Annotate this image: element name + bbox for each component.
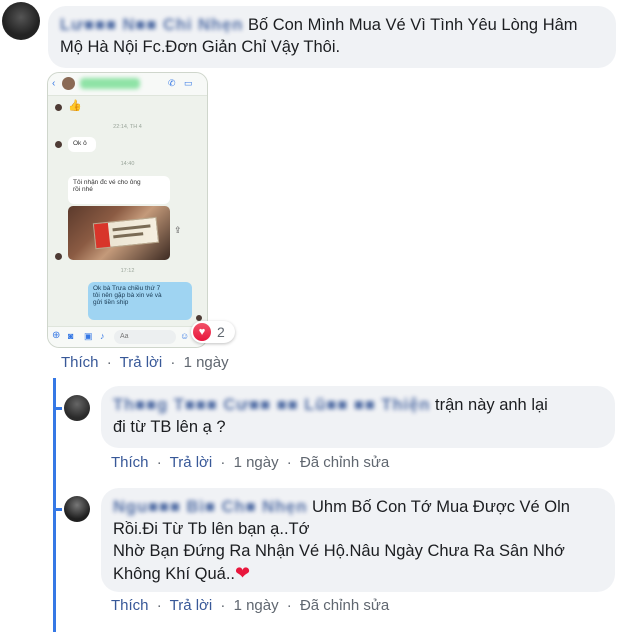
reply-text-line1: trận này anh lại [435, 396, 548, 414]
timestamp-link[interactable]: 1 ngày [234, 597, 279, 614]
reply-author[interactable]: Th■■g T■■■ Cư■■ ■■ Lũ■■ ■■ Thiện [113, 396, 430, 414]
timestamp-link[interactable]: 1 ngày [184, 354, 229, 371]
separator: · [286, 454, 292, 471]
message: Ok ô [68, 137, 96, 152]
comment-author[interactable]: Lư■■■ N■■ Chi Nhẹn [60, 16, 243, 34]
like-link[interactable]: Thích [61, 354, 99, 371]
message-line: Ok bà Trưa chiều thứ 7 [93, 285, 161, 292]
separator: · [220, 454, 226, 471]
message: Tôi nhận đc vé cho ông rồi nhé [68, 176, 170, 204]
reaction-count: 2 [217, 324, 225, 340]
message-line: gửi tiền ship [93, 299, 129, 306]
reply-text-line2: đi từ TB lên ạ ? [113, 418, 226, 436]
thread-branch [53, 407, 62, 410]
like-link[interactable]: Thích [111, 597, 149, 614]
ticket-stripe [112, 224, 151, 232]
camera-icon: ◙ [68, 331, 74, 341]
thread-branch [53, 508, 62, 511]
comment-text: Lư■■■ N■■ Chi Nhẹn Bố Con Mình Mua Vé Vì… [60, 14, 604, 58]
message-outgoing: Ok bà Trưa chiều thứ 7 tôi nên gặp bà xi… [88, 282, 192, 320]
comment-bubble: Lư■■■ N■■ Chi Nhẹn Bố Con Mình Mua Vé Vì… [48, 6, 616, 68]
heart-emoji-icon: ❤ [235, 563, 251, 583]
image-icon: ▣ [84, 331, 93, 341]
reply-actions: Thích · Trả lời · 1 ngày · Đã chỉnh sửa [111, 454, 393, 471]
ticket-stripe [113, 232, 144, 239]
edited-label[interactable]: Đã chỉnh sửa [300, 454, 389, 471]
contact-avatar [62, 77, 75, 90]
message-line: rồi nhé [73, 186, 93, 193]
timestamp: 22:14, TH 4 [113, 124, 142, 130]
reply-link[interactable]: Trả lời [120, 354, 163, 371]
reply-bubble: Th■■g T■■■ Cư■■ ■■ Lũ■■ ■■ Thiện trận nà… [101, 386, 615, 448]
reply-text-line1: Uhm Bố Con Tớ Mua Được Vé Oln [312, 498, 570, 516]
composer-bar: ⊕ ◙ ▣ ♪ Aa ☺ [48, 326, 207, 347]
comment-actions: Thích · Trả lời · 1 ngày [61, 354, 233, 371]
separator: · [170, 354, 176, 371]
call-icon: ✆ [168, 78, 176, 88]
share-icon: ⇪ [174, 225, 182, 235]
video-icon: ▭ [184, 78, 193, 88]
composer-placeholder: Aa [120, 333, 129, 340]
reply-bubble: Ngu■■■ Bì■ Ch■ Nhẹn Uhm Bố Con Tớ Mua Đư… [101, 488, 615, 592]
thumbs-up-icon: 👍 [68, 100, 82, 112]
avatar[interactable] [64, 496, 90, 522]
reply-actions: Thích · Trả lời · 1 ngày · Đã chỉnh sửa [111, 597, 393, 614]
ticket-band [93, 222, 111, 249]
timestamp: 17:12 [120, 268, 135, 274]
avatar[interactable] [2, 2, 40, 40]
chat-header: ‹ ✆ ▭ [48, 73, 207, 96]
reply-link[interactable]: Trả lời [170, 454, 213, 471]
timestamp: 14:40 [120, 161, 135, 167]
reaction-badge[interactable]: ♥ 2 [191, 321, 235, 343]
composer-input: Aa [114, 330, 176, 344]
separator: · [220, 597, 226, 614]
avatar[interactable] [64, 395, 90, 421]
reply-text-line2: Rồi.Đi Từ Tb lên bạn ạ..Tớ [113, 520, 310, 538]
plus-icon: ⊕ [52, 330, 61, 341]
separator: · [156, 454, 162, 471]
message-line: Tôi nhận đc vé cho ông [73, 179, 141, 186]
separator: · [106, 354, 112, 371]
like-link[interactable]: Thích [111, 454, 149, 471]
reply-text-line4: Không Khí Quá.. [113, 565, 236, 583]
separator: · [286, 597, 292, 614]
emoji-icon: ☺ [180, 331, 190, 341]
reply-author[interactable]: Ngu■■■ Bì■ Ch■ Nhẹn [113, 498, 307, 516]
attached-image[interactable]: ‹ ✆ ▭ 👍 22:14, TH 4 Ok ô 14:40 Tôi nhận … [47, 72, 208, 348]
timestamp-link[interactable]: 1 ngày [234, 454, 279, 471]
reply-text-line3: Nhờ Bạn Đứng Ra Nhận Vé Hộ.Nâu Ngày Chưa… [113, 542, 565, 560]
ticket [92, 216, 160, 250]
reply-link[interactable]: Trả lời [170, 597, 213, 614]
back-arrow-icon: ‹ [52, 78, 56, 89]
separator: · [156, 597, 162, 614]
thread-line [53, 378, 56, 632]
mic-icon: ♪ [100, 331, 105, 341]
contact-dot [55, 253, 62, 260]
comment-text-line1: Bố Con Mình Mua Vé Vì Tình Yêu Lòng Hâm [247, 16, 578, 34]
reply-text: Th■■g T■■■ Cư■■ ■■ Lũ■■ ■■ Thiện trận nà… [113, 394, 603, 438]
heart-icon: ♥ [193, 323, 211, 341]
message-line: tôi nên gặp bà xin vé và [93, 292, 162, 299]
comment-text-line2: Mộ Hà Nội Fc.Đơn Giản Chỉ Vậy Thôi. [60, 38, 341, 56]
contact-dot [55, 141, 62, 148]
ticket-photo [68, 206, 170, 260]
contact-name-blur [80, 78, 140, 89]
contact-dot [55, 104, 62, 111]
reply-text: Ngu■■■ Bì■ Ch■ Nhẹn Uhm Bố Con Tớ Mua Đư… [113, 496, 603, 585]
edited-label[interactable]: Đã chỉnh sửa [300, 597, 389, 614]
